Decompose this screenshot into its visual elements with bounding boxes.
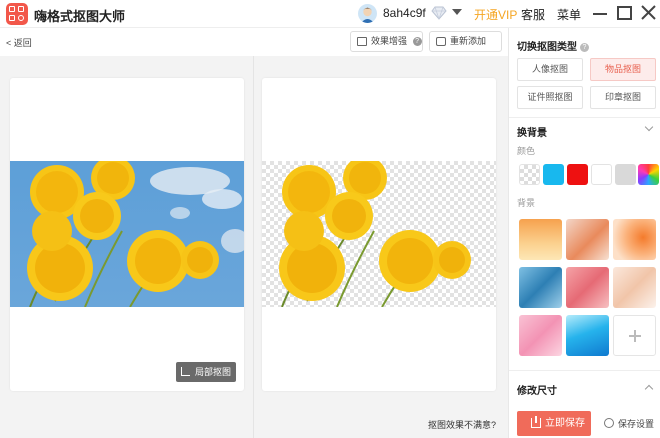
avatar[interactable] <box>358 4 377 23</box>
original-image <box>10 161 244 307</box>
section-divider <box>509 370 660 371</box>
color-white-swatch[interactable] <box>591 164 612 185</box>
type-portrait-button[interactable]: 人像抠图 <box>517 58 583 81</box>
bg-tile[interactable] <box>519 315 562 356</box>
work-area: 局部抠图 <box>0 56 508 438</box>
save-now-label: 立即保存 <box>545 418 585 429</box>
bg-tile[interactable] <box>613 267 656 308</box>
type-idphoto-button[interactable]: 证件照抠图 <box>517 86 583 109</box>
image-icon <box>436 37 446 46</box>
back-button[interactable]: < 返回 <box>6 36 32 49</box>
back-label: 返回 <box>13 38 32 48</box>
close-icon[interactable] <box>640 4 657 21</box>
bg-tile[interactable] <box>613 219 656 260</box>
color-gray-swatch[interactable] <box>615 164 636 185</box>
title-bar: 嗨格式抠图大师 8ah4c9f 开通VIP 客服 菜单 <box>0 0 660 28</box>
bg-tile[interactable] <box>566 219 609 260</box>
vip-badge-icon <box>430 6 448 25</box>
change-bg-title: 换背景 <box>517 128 547 139</box>
app-title: 嗨格式抠图大师 <box>34 9 126 24</box>
color-transparent-swatch[interactable] <box>519 164 540 185</box>
type-object-button[interactable]: 物品抠图 <box>590 58 656 81</box>
save-settings-button[interactable]: 保存设置 <box>604 417 654 430</box>
original-image-panel <box>10 78 244 391</box>
help-icon[interactable]: ? <box>412 37 422 46</box>
add-background-button[interactable] <box>613 315 656 356</box>
maximize-icon[interactable] <box>617 6 632 20</box>
help-icon[interactable]: ? <box>580 43 589 52</box>
unsatisfied-link[interactable]: 抠图效果不满意? <box>428 418 496 431</box>
enhance-button[interactable]: 效果增强 ? <box>350 31 423 52</box>
app-logo <box>6 3 28 25</box>
crop-icon <box>181 367 190 376</box>
menu-button[interactable]: 菜单 <box>557 6 581 23</box>
color-picker-swatch[interactable] <box>638 164 659 185</box>
open-vip-link[interactable]: 开通VIP <box>474 6 517 23</box>
color-red-swatch[interactable] <box>567 164 588 185</box>
result-image-panel <box>262 78 496 391</box>
switch-type-label: 切换抠图类型 <box>517 42 577 53</box>
result-image <box>262 161 496 307</box>
type-seal-button[interactable]: 印章抠图 <box>590 86 656 109</box>
color-label: 颜色 <box>517 146 536 156</box>
save-settings-label: 保存设置 <box>618 419 655 429</box>
readd-label: 重新添加 <box>450 36 487 46</box>
resize-title: 修改尺寸 <box>517 386 557 397</box>
toolbar: < 返回 效果增强 ? 重新添加 <box>0 28 508 56</box>
app-window: 嗨格式抠图大师 8ah4c9f 开通VIP 客服 菜单 < 返回 效果增强 ? … <box>0 0 660 438</box>
divider <box>253 56 254 438</box>
customer-service-link[interactable]: 客服 <box>521 6 545 23</box>
local-cutout-label: 局部抠图 <box>195 367 232 377</box>
gear-icon <box>604 418 614 428</box>
account-dropdown-icon[interactable] <box>452 9 462 15</box>
local-cutout-button[interactable]: 局部抠图 <box>176 362 236 382</box>
background-label: 背景 <box>517 198 536 208</box>
save-now-button[interactable]: 立即保存 <box>517 411 591 436</box>
bg-tile[interactable] <box>566 267 609 308</box>
username[interactable]: 8ah4c9f <box>383 6 426 20</box>
bg-tile[interactable] <box>519 219 562 260</box>
chevron-down-icon[interactable] <box>644 122 654 132</box>
enhance-label: 效果增强 <box>371 36 408 46</box>
color-blue-swatch[interactable] <box>543 164 564 185</box>
bg-tile[interactable] <box>566 315 609 356</box>
section-divider <box>509 117 660 118</box>
bg-tile[interactable] <box>519 267 562 308</box>
right-sidebar: 切换抠图类型? 人像抠图 物品抠图 证件照抠图 印章抠图 换背景 颜色 背景 修… <box>508 28 660 438</box>
enhance-icon <box>357 37 367 46</box>
minimize-icon[interactable] <box>593 13 607 15</box>
readd-button[interactable]: 重新添加 <box>429 31 502 52</box>
switch-type-title: 切换抠图类型? <box>517 38 589 53</box>
chevron-up-icon[interactable] <box>644 384 654 394</box>
